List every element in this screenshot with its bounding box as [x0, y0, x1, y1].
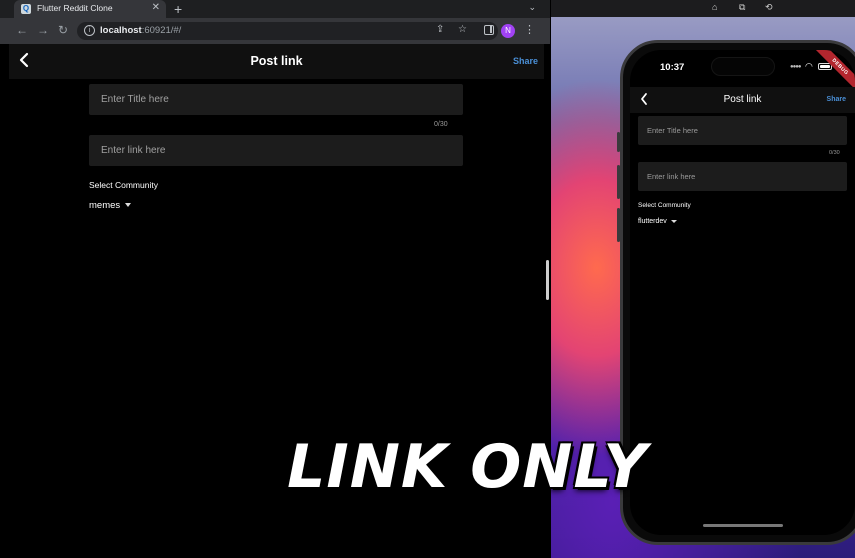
community-dropdown[interactable]: memes: [89, 200, 132, 211]
status-time: 10:37: [660, 62, 685, 73]
link-field[interactable]: [89, 135, 463, 166]
share-page-icon[interactable]: ⇪: [436, 24, 444, 35]
browser-toolbar: ← → ↻ i localhost:60921/#/ ⇪ ☆ N ⋮: [0, 18, 550, 44]
phone-link-input[interactable]: [638, 162, 847, 191]
phone-app-bar: Post link Share: [630, 87, 855, 113]
phone-title-field[interactable]: [638, 116, 847, 145]
info-icon[interactable]: i: [84, 25, 95, 36]
signal-icon: ●●●●: [790, 64, 801, 70]
phone-community-dropdown[interactable]: flutterdev: [638, 218, 677, 225]
title-field[interactable]: [89, 84, 463, 115]
link-input[interactable]: [89, 135, 463, 166]
dropdown-arrow-icon: [125, 203, 132, 208]
profile-avatar[interactable]: N: [501, 24, 515, 38]
phone-title-input[interactable]: [638, 116, 847, 145]
simulator-toolbar: ⌂ ⧉ ⟲: [551, 0, 855, 17]
wifi-icon: ◠: [805, 61, 813, 71]
title-char-counter: 0/30: [434, 121, 448, 128]
side-panel-icon[interactable]: [484, 25, 494, 35]
share-button[interactable]: Share: [513, 56, 538, 66]
home-indicator[interactable]: [703, 524, 783, 527]
phone-community-value: flutterdev: [638, 218, 667, 225]
phone-share-button[interactable]: Share: [827, 96, 846, 103]
browser-tab[interactable]: Q Flutter Reddit Clone ✕: [14, 0, 166, 18]
tab-close-icon[interactable]: ✕: [152, 2, 160, 13]
community-value: memes: [89, 200, 121, 211]
phone-page-title: Post link: [723, 94, 762, 105]
back-arrow-icon[interactable]: ←: [16, 23, 28, 37]
tab-strip: Q Flutter Reddit Clone ✕ + ⌄: [0, 0, 550, 18]
app-bar: Post link Share: [9, 44, 544, 79]
flutter-favicon-icon: Q: [21, 4, 31, 14]
address-bar[interactable]: i localhost:60921/#/ ⇪ ☆: [77, 22, 498, 40]
url-text[interactable]: localhost:60921/#/: [100, 25, 181, 36]
more-menu-icon[interactable]: ⋮: [524, 23, 535, 36]
video-caption: LINK ONLY: [287, 432, 648, 502]
bookmark-star-icon[interactable]: ☆: [458, 24, 467, 35]
screenshot-icon[interactable]: ⧉: [739, 2, 745, 13]
phone-link-field[interactable]: [638, 162, 847, 191]
reload-icon[interactable]: ↻: [58, 23, 68, 37]
page-title: Post link: [250, 54, 303, 68]
dynamic-island: [711, 57, 775, 76]
dropdown-arrow-icon: [670, 219, 677, 223]
title-input[interactable]: [89, 84, 463, 115]
new-tab-button[interactable]: +: [174, 0, 182, 18]
home-icon[interactable]: ⌂: [712, 2, 717, 12]
phone-select-community-label: Select Community: [638, 202, 691, 209]
rotate-icon[interactable]: ⟲: [765, 2, 773, 13]
forward-arrow-icon[interactable]: →: [37, 23, 49, 37]
phone-title-char-counter: 0/30: [829, 150, 840, 156]
tab-search-chevron-icon[interactable]: ⌄: [528, 2, 536, 13]
select-community-label: Select Community: [89, 180, 158, 190]
tab-title: Flutter Reddit Clone: [37, 3, 113, 13]
split-view-divider[interactable]: [546, 260, 549, 300]
